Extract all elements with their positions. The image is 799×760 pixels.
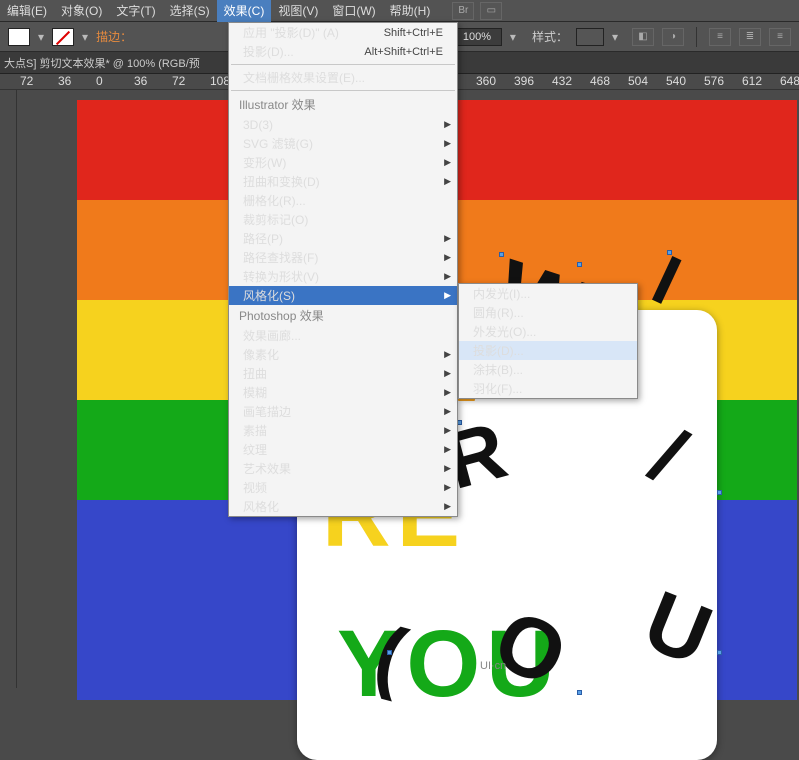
menu-pixelate[interactable]: 像素化▶ (229, 345, 457, 364)
section-illustrator: Illustrator 效果 (229, 94, 457, 115)
stylize-submenu: 内发光(I)... 圆角(R)... 外发光(O)... 投影(D)... 涂抹… (458, 283, 638, 399)
submenu-inner-glow[interactable]: 内发光(I)... (459, 284, 637, 303)
selection-handle[interactable] (499, 252, 504, 257)
menu-texture[interactable]: 纹理▶ (229, 440, 457, 459)
menu-apply-last[interactable]: 应用 "投影(D)" (A)Shift+Ctrl+E (229, 23, 457, 42)
menu-object[interactable]: 对象(O) (54, 0, 109, 22)
bridge-button[interactable]: Br (452, 2, 474, 20)
watermark: UI·cn (480, 660, 506, 672)
menu-stylize-ps[interactable]: 风格化▶ (229, 497, 457, 516)
selection-handle[interactable] (667, 250, 672, 255)
selection-handle[interactable] (717, 650, 722, 655)
selection-handle[interactable] (387, 650, 392, 655)
ruler-vertical (0, 90, 17, 688)
opacity-dropdown-icon[interactable]: ▾ (510, 30, 516, 44)
menu-last-effect[interactable]: 投影(D)...Alt+Shift+Ctrl+E (229, 42, 457, 61)
style-dropdown-icon[interactable]: ▾ (612, 30, 618, 44)
menu-artistic[interactable]: 艺术效果▶ (229, 459, 457, 478)
submenu-outer-glow[interactable]: 外发光(O)... (459, 322, 637, 341)
menu-distort-ps[interactable]: 扭曲▶ (229, 364, 457, 383)
align-btn-1[interactable]: ≡ (709, 28, 731, 46)
menu-type[interactable]: 文字(T) (109, 0, 162, 22)
menu-warp[interactable]: 变形(W)▶ (229, 153, 457, 172)
align-btn-2[interactable]: ≣ (739, 28, 761, 46)
panel-btn-1[interactable]: ◧ (632, 28, 654, 46)
menu-distort[interactable]: 扭曲和变换(D)▶ (229, 172, 457, 191)
arrange-button[interactable]: ▭ (480, 2, 502, 20)
align-btn-3[interactable]: ≡ (769, 28, 791, 46)
menu-svg-filters[interactable]: SVG 滤镜(G)▶ (229, 134, 457, 153)
menu-effect[interactable]: 效果(C) (217, 0, 272, 22)
stroke-swatch[interactable] (52, 28, 74, 46)
fill-swatch[interactable] (8, 28, 30, 46)
submenu-round-corners[interactable]: 圆角(R)... (459, 303, 637, 322)
menu-pathfinder[interactable]: 路径查找器(F)▶ (229, 248, 457, 267)
menu-effect-gallery[interactable]: 效果画廊... (229, 326, 457, 345)
submenu-drop-shadow[interactable]: 投影(D)... (459, 341, 637, 360)
menu-3d[interactable]: 3D(3)▶ (229, 115, 457, 134)
menu-convert-shape[interactable]: 转换为形状(V)▶ (229, 267, 457, 286)
menu-stylize[interactable]: 风格化(S)▶ (229, 286, 457, 305)
menu-rasterize[interactable]: 栅格化(R)... (229, 191, 457, 210)
stroke-label: 描边： (96, 28, 132, 45)
panel-btn-2[interactable]: ◑ (662, 28, 684, 46)
section-photoshop: Photoshop 效果 (229, 305, 457, 326)
menu-path[interactable]: 路径(P)▶ (229, 229, 457, 248)
menu-video[interactable]: 视频▶ (229, 478, 457, 497)
submenu-scribble[interactable]: 涂抹(B)... (459, 360, 637, 379)
style-swatch[interactable] (576, 28, 604, 46)
menu-brush[interactable]: 画笔描边▶ (229, 402, 457, 421)
selection-handle[interactable] (577, 690, 582, 695)
menu-blur[interactable]: 模糊▶ (229, 383, 457, 402)
selection-handle[interactable] (717, 490, 722, 495)
submenu-feather[interactable]: 羽化(F)... (459, 379, 637, 398)
swap2-icon[interactable]: ▾ (82, 30, 88, 44)
menu-edit[interactable]: 编辑(E) (0, 0, 54, 22)
menu-sketch[interactable]: 素描▶ (229, 421, 457, 440)
menu-window[interactable]: 窗口(W) (325, 0, 382, 22)
swap-icon[interactable]: ▾ (38, 30, 44, 44)
menu-crop-marks[interactable]: 裁剪标记(O) (229, 210, 457, 229)
menu-help[interactable]: 帮助(H) (383, 0, 438, 22)
opacity-input[interactable] (452, 28, 502, 46)
menu-doc-raster[interactable]: 文档栅格效果设置(E)... (229, 68, 457, 87)
document-tab[interactable]: 大点S] 剪切文本效果* @ 100% (RGB/预 (4, 55, 200, 71)
menu-view[interactable]: 视图(V) (271, 0, 325, 22)
menu-select[interactable]: 选择(S) (163, 0, 217, 22)
effect-menu: 应用 "投影(D)" (A)Shift+Ctrl+E 投影(D)...Alt+S… (228, 22, 458, 517)
style-label: 样式： (532, 28, 568, 45)
menubar-extras: Br ▭ (452, 2, 502, 20)
selection-handle[interactable] (577, 262, 582, 267)
menu-bar: 编辑(E) 对象(O) 文字(T) 选择(S) 效果(C) 视图(V) 窗口(W… (0, 0, 799, 22)
